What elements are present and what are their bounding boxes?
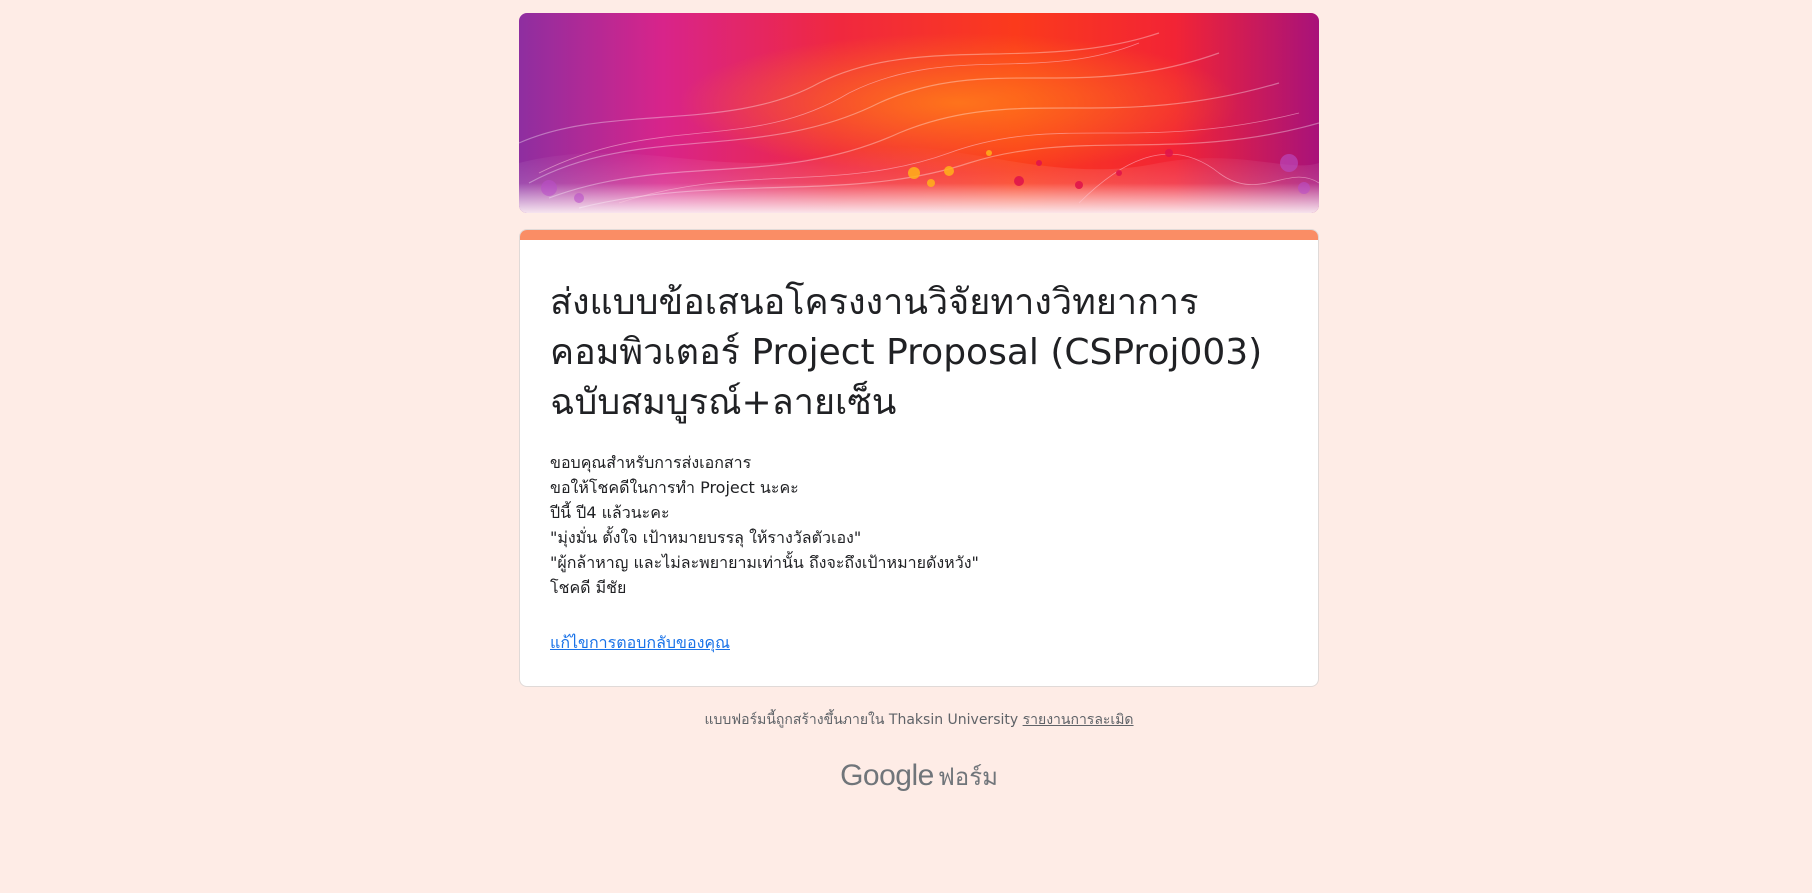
footer: แบบฟอร์มนี้ถูกสร้างขึ้นภายใน Thaksin Uni… (519, 709, 1319, 731)
edit-response-link[interactable]: แก้ไขการตอบกลับของคุณ (550, 631, 730, 656)
header-banner-image (519, 13, 1319, 213)
confirmation-line: "มุ่งมั่น ตั้งใจ เป้าหมายบรรลุ ให้รางวัล… (550, 528, 862, 547)
card-body: ส่งแบบข้อเสนอโครงงานวิจัยทางวิทยาการคอมพ… (520, 240, 1318, 686)
card-accent-bar (520, 230, 1318, 240)
form-title: ส่งแบบข้อเสนอโครงงานวิจัยทางวิทยาการคอมพ… (550, 282, 1263, 423)
abstract-ink-artwork (519, 13, 1319, 213)
footer-created-text: แบบฟอร์มนี้ถูกสร้างขึ้นภายใน Thaksin Uni… (704, 712, 1019, 728)
page: ส่งแบบข้อเสนอโครงงานวิจัยทางวิทยาการคอมพ… (0, 0, 1812, 893)
report-abuse-link[interactable]: รายงานการละเมิด (1023, 712, 1134, 728)
confirmation-line: "ผู้กล้าหาญ และไม่ละพยายามเท่านั้น ถึงจะ… (550, 553, 979, 572)
forms-wordmark: ฟอร์ม (937, 763, 998, 791)
google-forms-logo[interactable]: Google ฟอร์ม (519, 757, 1319, 796)
google-wordmark: Google (840, 759, 934, 792)
confirmation-line: ปีนี้ ปี4 แล้วนะคะ (550, 503, 670, 522)
form-container: ส่งแบบข้อเสนอโครงงานวิจัยทางวิทยาการคอมพ… (519, 13, 1319, 796)
confirmation-line: โชคดี มีชัย (550, 578, 627, 597)
confirmation-message: ขอบคุณสำหรับการส่งเอกสาร ขอให้โชคดีในการ… (550, 450, 1288, 600)
confirmation-line: ขอให้โชคดีในการทำ Project นะคะ (550, 478, 799, 497)
confirmation-card: ส่งแบบข้อเสนอโครงงานวิจัยทางวิทยาการคอมพ… (519, 229, 1319, 687)
confirmation-line: ขอบคุณสำหรับการส่งเอกสาร (550, 453, 752, 472)
